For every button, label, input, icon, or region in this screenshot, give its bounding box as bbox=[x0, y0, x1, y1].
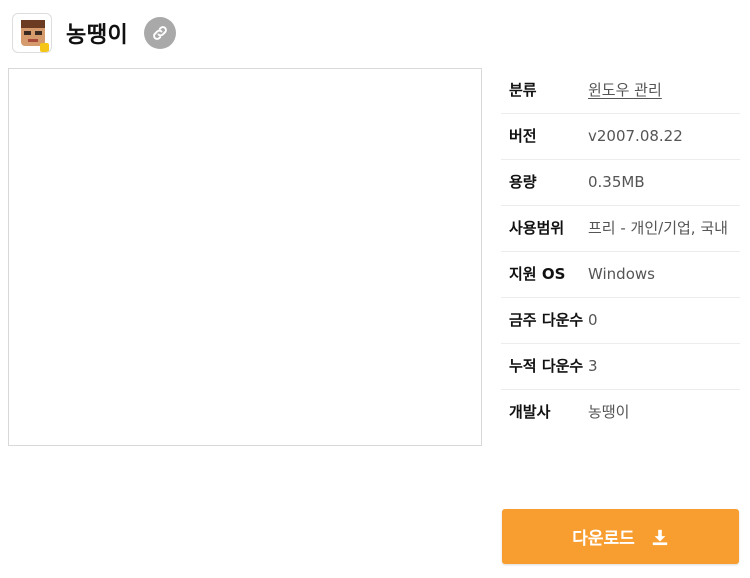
info-value: 프리 - 개인/기업, 국내 bbox=[588, 219, 728, 237]
info-key: 버전 bbox=[509, 127, 537, 145]
info-key: 개발사 bbox=[509, 403, 551, 421]
info-value: 0.35MB bbox=[588, 173, 645, 191]
download-label: 다운로드 bbox=[572, 529, 635, 549]
info-key: 사용범위 bbox=[509, 219, 565, 237]
info-row-os: 지원 OS Windows bbox=[501, 252, 740, 298]
info-value: 농땡이 bbox=[588, 403, 630, 421]
info-row-category: 분류 윈도우 관리 bbox=[501, 68, 740, 114]
app-logo-icon bbox=[12, 13, 52, 53]
app-title: 농땡이 bbox=[66, 23, 129, 48]
info-value: v2007.08.22 bbox=[588, 127, 683, 145]
info-value: Windows bbox=[588, 265, 655, 283]
info-row-developer: 개발사 농땡이 bbox=[501, 390, 740, 435]
link-button[interactable] bbox=[144, 17, 177, 49]
download-button[interactable]: 다운로드 bbox=[502, 509, 739, 564]
screenshot-preview bbox=[8, 68, 482, 446]
info-row-version: 버전 v2007.08.22 bbox=[501, 114, 740, 160]
info-value: 0 bbox=[588, 311, 598, 329]
info-key: 금주 다운수 bbox=[509, 311, 584, 329]
info-row-weekly-downloads: 금주 다운수 0 bbox=[501, 298, 740, 344]
info-row-total-downloads: 누적 다운수 3 bbox=[501, 344, 740, 390]
info-row-license: 사용범위 프리 - 개인/기업, 국내 bbox=[501, 206, 740, 252]
info-row-size: 용량 0.35MB bbox=[501, 160, 740, 206]
app-header: 농땡이 bbox=[12, 12, 177, 54]
category-link[interactable]: 윈도우 관리 bbox=[588, 79, 740, 102]
download-icon bbox=[651, 528, 669, 546]
info-key: 지원 OS bbox=[509, 265, 566, 283]
info-table: 분류 윈도우 관리 버전 v2007.08.22 용량 0.35MB 사용범위 … bbox=[501, 68, 740, 435]
info-key: 분류 bbox=[509, 81, 537, 99]
link-icon bbox=[153, 26, 168, 40]
info-key: 누적 다운수 bbox=[509, 357, 584, 375]
info-key: 용량 bbox=[509, 173, 537, 191]
info-value: 3 bbox=[588, 357, 598, 375]
